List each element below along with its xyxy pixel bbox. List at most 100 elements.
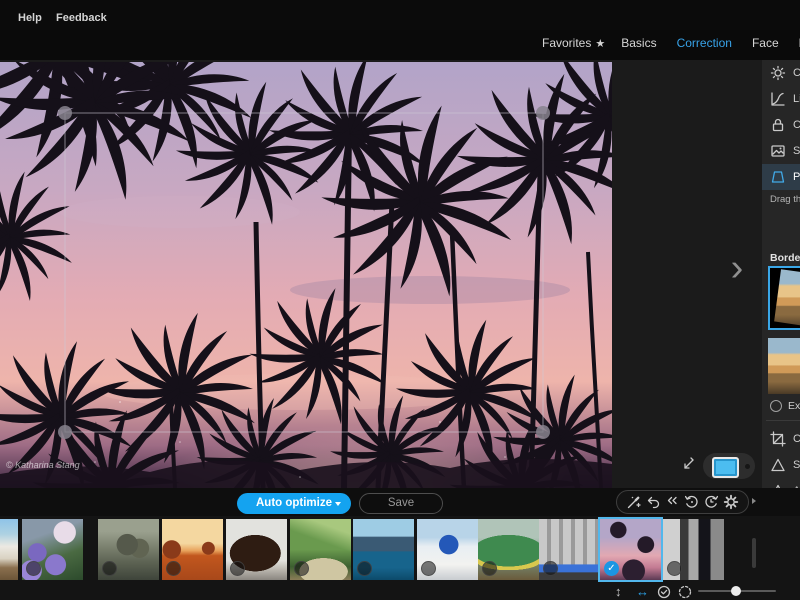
- triangle-icon: [770, 457, 786, 473]
- mode-tabs: Favorites ★ Basics Correction Face Effec…: [542, 36, 800, 50]
- tool-label: Crop: [793, 433, 800, 445]
- menu-help[interactable]: Help: [18, 12, 42, 24]
- filmstrip-thumbnail[interactable]: [417, 519, 478, 580]
- filmstrip-thumbnail[interactable]: [22, 519, 83, 580]
- compare-view-toggle[interactable]: [703, 453, 755, 479]
- border-preview: [768, 338, 800, 394]
- tab[interactable]: Favorites ★: [542, 36, 605, 50]
- tool-straighten[interactable]: Straighten: [762, 138, 800, 164]
- fit-height-icon[interactable]: ↕: [615, 584, 622, 599]
- save-button[interactable]: Save: [359, 493, 443, 514]
- undo-icon[interactable]: [646, 494, 662, 510]
- tool-label: Light: [793, 93, 800, 105]
- toggle-dot: [745, 464, 750, 469]
- border-label: Border:: [770, 252, 800, 264]
- settings-gear-icon[interactable]: [723, 494, 739, 510]
- thumbnail-checkbox[interactable]: [667, 561, 682, 576]
- thumbnail-checkbox[interactable]: [230, 561, 245, 576]
- tool-label: Colors: [793, 119, 800, 131]
- action-bar: Auto optimize Save: [0, 488, 800, 516]
- grid-handle-top-left[interactable]: [58, 106, 72, 120]
- filmstrip-thumbnail[interactable]: [290, 519, 351, 580]
- tool-sharpen[interactable]: Sharpen: [762, 452, 800, 478]
- filmstrip-thumbnail[interactable]: [162, 519, 223, 580]
- history-toolbar: [616, 490, 749, 514]
- thumbnail-image: [0, 519, 18, 580]
- thumbnail-checkbox[interactable]: [421, 561, 436, 576]
- filmstrip-thumbnail[interactable]: [478, 519, 539, 580]
- toolbar-expand-caret[interactable]: [752, 498, 756, 504]
- thumbnail-checkbox[interactable]: [102, 561, 117, 576]
- favorites-star-icon: ★: [595, 37, 605, 50]
- grid-handle-bottom-left[interactable]: [58, 425, 72, 439]
- filmstrip-thumbnail[interactable]: [600, 519, 661, 580]
- photo-palm-sunset: © Katharina Stang: [0, 62, 612, 488]
- chevron-down-icon: [335, 502, 341, 506]
- original-size-icon[interactable]: [678, 585, 692, 599]
- magic-wand-icon[interactable]: [626, 494, 642, 510]
- tool-light[interactable]: Light: [762, 86, 800, 112]
- crop-icon: [770, 431, 786, 447]
- fit-screen-icon[interactable]: [657, 585, 671, 599]
- zoom-controls: ↕ ↔: [0, 584, 800, 600]
- border-preview: [770, 268, 800, 328]
- extend-label: Extend: [788, 400, 800, 412]
- filmstrip-thumbnail[interactable]: [0, 519, 18, 580]
- border-option-extended[interactable]: [768, 338, 800, 394]
- tool-crop[interactable]: Crop: [762, 426, 800, 452]
- tool-label: Perspective: [793, 171, 800, 183]
- rotate-right-icon[interactable]: [703, 494, 719, 510]
- menubar: Help Feedback: [0, 0, 800, 30]
- extend-radio[interactable]: Extend: [770, 400, 800, 412]
- rotate-left-icon[interactable]: [684, 494, 700, 510]
- next-image-chevron[interactable]: ›: [724, 246, 750, 292]
- perspective-hint: Drag the corner points: [770, 194, 800, 205]
- filmstrip-thumbnail[interactable]: [98, 519, 159, 580]
- tool-label: Contrast: [793, 67, 800, 79]
- filmstrip-thumbnail[interactable]: [226, 519, 287, 580]
- thumbnail-checkbox[interactable]: [294, 561, 309, 576]
- thumbnail-checkbox[interactable]: [482, 561, 497, 576]
- thumbnail-checkbox[interactable]: [357, 561, 372, 576]
- grid-handle-top-right[interactable]: [536, 106, 550, 120]
- tool-perspective[interactable]: Perspective: [762, 164, 800, 190]
- thumbnail-checkbox[interactable]: [604, 561, 619, 576]
- tab-label: Face: [752, 36, 779, 50]
- tab[interactable]: Basics: [621, 36, 660, 50]
- collapse-icon[interactable]: [679, 456, 697, 474]
- tool-colors[interactable]: Colors: [762, 112, 800, 138]
- menu-feedback[interactable]: Feedback: [56, 12, 107, 24]
- tab[interactable]: Correction: [677, 36, 736, 50]
- tab-label: Favorites: [542, 36, 591, 50]
- thumbnail-checkbox[interactable]: [166, 561, 181, 576]
- image-icon: [770, 143, 786, 159]
- filmstrip-thumbnail[interactable]: [353, 519, 414, 580]
- lock-icon: [770, 117, 786, 133]
- tool-label: Straighten: [793, 145, 800, 157]
- tab-label: Correction: [677, 36, 732, 50]
- tool-contrast[interactable]: Contrast: [762, 60, 800, 86]
- tab[interactable]: Face: [752, 36, 783, 50]
- auto-optimize-button[interactable]: Auto optimize: [237, 493, 351, 514]
- tool-label: Sharpen: [793, 459, 800, 471]
- grid-handle-bottom-right[interactable]: [536, 425, 550, 439]
- perspective-icon: [770, 169, 786, 185]
- thumbnail-checkbox[interactable]: [26, 561, 41, 576]
- photo-editor-window: Help Feedback Favorites ★ Basics Correct…: [0, 0, 800, 600]
- tab-label: Basics: [621, 36, 656, 50]
- zoom-slider-knob[interactable]: [731, 586, 741, 596]
- filmstrip-thumbnail[interactable]: [539, 519, 600, 580]
- thumbnail-checkbox[interactable]: [543, 561, 558, 576]
- auto-optimize-label: Auto optimize: [256, 497, 332, 509]
- sun-icon: [770, 65, 786, 81]
- undo-all-icon[interactable]: [665, 494, 681, 510]
- panel-divider: [766, 420, 800, 421]
- fit-width-icon[interactable]: ↔: [636, 584, 649, 599]
- filmstrip-thumbnail[interactable]: [663, 519, 724, 580]
- compare-view-icon: [712, 457, 739, 478]
- radio-icon: [770, 400, 782, 412]
- curves-icon: [770, 91, 786, 107]
- border-option-transparent[interactable]: [768, 266, 800, 330]
- filmstrip-scrollbar[interactable]: [752, 538, 756, 568]
- photo-copyright: © Katharina Stang: [6, 460, 80, 470]
